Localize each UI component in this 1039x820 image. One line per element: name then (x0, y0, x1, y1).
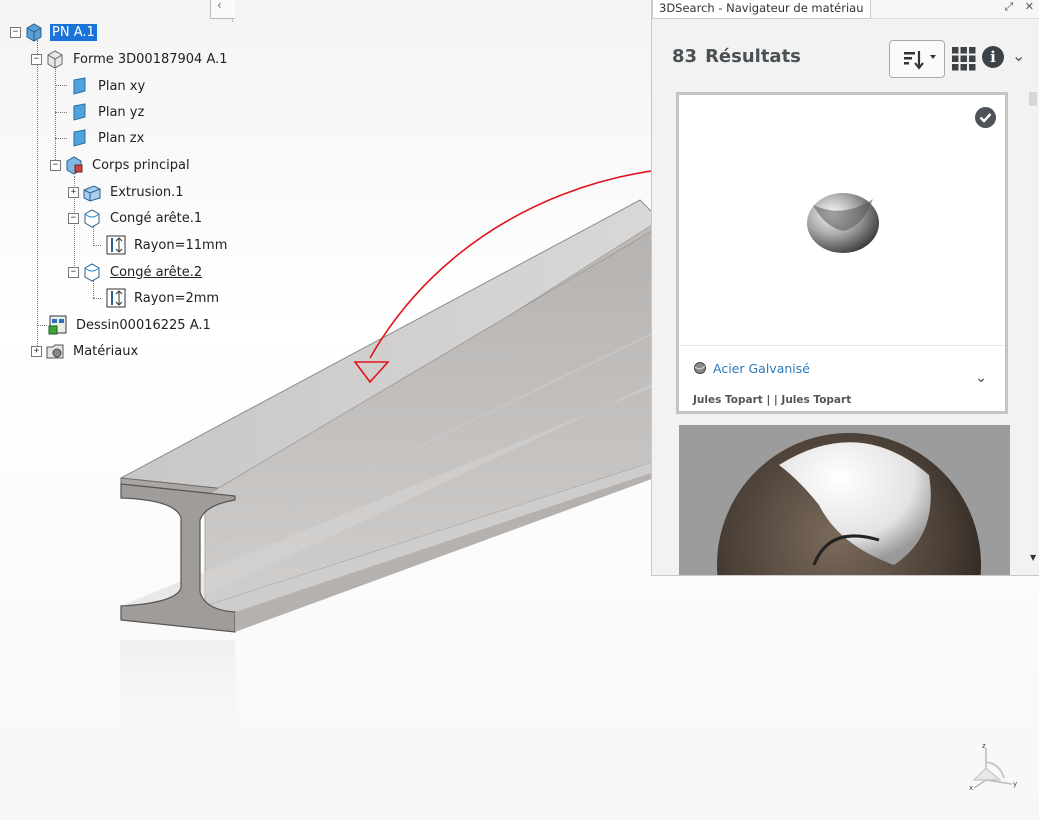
material-ball-icon (694, 362, 706, 374)
tree-node-label: Rayon=2mm (134, 290, 220, 306)
material-browser-panel[interactable]: 3DSearch - Navigateur de matériau ⤢ ✕ 83… (651, 0, 1039, 576)
expand-toggle[interactable]: + (68, 186, 79, 198)
materials-icon (45, 341, 65, 361)
tree-node-label: Plan yz (98, 104, 145, 120)
results-count: 83 (672, 46, 698, 67)
tree-node-radius-11[interactable]: Rayon=11mm (106, 234, 229, 256)
body-icon (64, 155, 84, 175)
tree-node-label: Dessin00016225 A.1 (76, 317, 211, 333)
collapse-tree-button[interactable]: ‹ (210, 0, 235, 19)
chevron-down-icon[interactable]: ⌄ (975, 370, 987, 386)
plane-icon (70, 128, 90, 148)
sort-button[interactable] (889, 40, 945, 78)
tree-node-plane-yz[interactable]: Plan yz (70, 101, 146, 123)
tree-node-plane-zx[interactable]: Plan zx (70, 127, 146, 149)
drawing-icon (48, 315, 68, 335)
tree-node-label: Matériaux (73, 343, 139, 359)
material-card[interactable] (679, 425, 1010, 575)
tree-node-shape[interactable]: − Forme 3D00187904 A.1 (31, 48, 230, 70)
sort-icon (904, 51, 936, 70)
collapse-toggle[interactable]: − (10, 26, 21, 38)
material-author: Jules Topart | | Jules Topart (693, 394, 852, 406)
tree-node-label: PN A.1 (50, 23, 97, 41)
fillet-icon (82, 208, 102, 228)
grid-view-button[interactable] (952, 47, 976, 71)
tree-node-label: Rayon=11mm (134, 237, 228, 253)
product-icon (24, 22, 44, 42)
results-label: Résultats (705, 46, 801, 67)
scrollbar-thumb[interactable] (1029, 92, 1037, 106)
tree-node-label: Plan xy (98, 78, 146, 94)
tree-node-extrusion[interactable]: + Extrusion.1 (68, 181, 186, 203)
tree-node-label: Congé arête.2 (110, 264, 203, 280)
extrusion-icon (82, 182, 102, 202)
panel-window-controls[interactable]: ⤢ ✕ (1004, 0, 1038, 14)
axis-z-label: z (982, 742, 986, 750)
tree-node-drawing[interactable]: Dessin00016225 A.1 (48, 314, 213, 336)
collapse-toggle[interactable]: − (31, 53, 42, 65)
material-preview (717, 433, 981, 575)
tree-node-label: Extrusion.1 (110, 184, 184, 200)
card-footer: Acier Galvanisé Jules Topart | | Jules T… (679, 345, 1005, 411)
material-card-selected[interactable]: Acier Galvanisé Jules Topart | | Jules T… (676, 92, 1008, 414)
specification-tree[interactable]: ‹ − PN A.1 − Forme 3D00187904 A.1 Plan x… (0, 0, 260, 380)
radius-icon (106, 288, 126, 308)
tree-node-product[interactable]: − PN A.1 (10, 21, 97, 43)
tree-node-plane-xy[interactable]: Plan xy (70, 75, 147, 97)
results-scrollbar[interactable]: ▼ (1029, 92, 1039, 562)
collapse-toggle[interactable]: − (68, 266, 79, 278)
grid-icon (952, 47, 976, 71)
chevron-down-icon[interactable]: ⌄ (1012, 46, 1025, 65)
collapse-toggle[interactable]: − (50, 159, 61, 171)
shape-icon (45, 49, 65, 69)
tree-node-label: Plan zx (98, 130, 145, 146)
axis-x-label: x (969, 784, 973, 792)
panel-title: 3DSearch - Navigateur de matériau (652, 0, 871, 19)
tree-node-fillet-1[interactable]: − Congé arête.1 (68, 207, 204, 229)
plane-icon (70, 76, 90, 96)
radius-icon (106, 235, 126, 255)
fillet-icon (82, 262, 102, 282)
chevron-left-icon: ‹ (217, 0, 222, 12)
compass-widget[interactable]: z x y (960, 740, 1030, 800)
panel-header: 3DSearch - Navigateur de matériau ⤢ ✕ (652, 0, 1039, 19)
check-icon[interactable] (975, 107, 996, 128)
tree-node-label: Congé arête.1 (110, 210, 203, 226)
tree-node-label: Forme 3D00187904 A.1 (73, 51, 228, 67)
results-summary: 83 Résultats (672, 46, 801, 67)
info-icon[interactable]: i (982, 46, 1004, 68)
plane-icon (70, 102, 90, 122)
scroll-down-arrow-icon[interactable]: ▼ (1030, 553, 1036, 562)
axis-y-label: y (1013, 780, 1017, 788)
collapse-toggle[interactable]: − (68, 212, 79, 224)
tree-node-fillet-2[interactable]: − Congé arête.2 (68, 261, 204, 283)
tree-node-main-body[interactable]: − Corps principal (50, 154, 192, 176)
material-name-link[interactable]: Acier Galvanisé (713, 361, 810, 376)
material-preview (807, 193, 879, 253)
expand-toggle[interactable]: + (31, 345, 42, 357)
tree-node-radius-2[interactable]: Rayon=2mm (106, 287, 221, 309)
tree-node-label: Corps principal (92, 157, 190, 173)
tree-node-materials[interactable]: + Matériaux (31, 340, 140, 362)
